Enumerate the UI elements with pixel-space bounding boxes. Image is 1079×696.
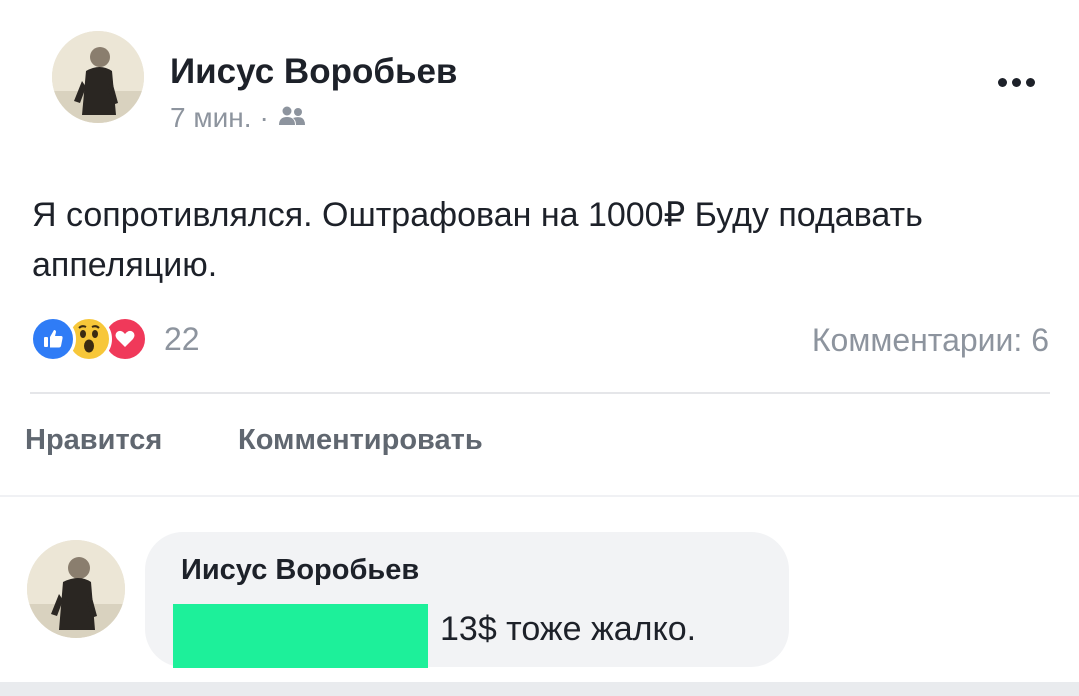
reactions-summary[interactable]: 22: [30, 316, 200, 362]
redaction-box: [173, 604, 428, 668]
meta-separator: ·: [259, 102, 269, 133]
comment-bubble[interactable]: Иисус Воробьев 13$ тоже жалко.: [145, 532, 789, 668]
divider: [30, 392, 1050, 394]
like-icon: [30, 316, 76, 362]
post-card: Иисус Воробьев 7 мин. · Я сопротивлялся.…: [0, 0, 1079, 495]
comments-count-link[interactable]: Комментарии: 6: [812, 322, 1049, 359]
commenter-avatar[interactable]: [27, 540, 125, 638]
post-time[interactable]: 7 мин.: [170, 102, 251, 134]
person-photo-icon: [52, 31, 144, 123]
comment-text: 13$ тоже жалко.: [440, 610, 697, 648]
more-options-icon: [997, 77, 1007, 87]
friends-icon: [277, 102, 307, 134]
author-name[interactable]: Иисус Воробьев: [170, 52, 457, 92]
comment-button[interactable]: Комментировать: [238, 424, 483, 457]
post-text: Я сопротивлялся. Оштрафован на 1000₽ Буд…: [32, 196, 923, 284]
post-meta: 7 мин. ·: [170, 102, 307, 134]
more-options-button[interactable]: [986, 62, 1046, 102]
reaction-count: 22: [164, 320, 200, 357]
author-avatar[interactable]: [52, 31, 144, 123]
comment-author-name[interactable]: Иисус Воробьев: [181, 554, 419, 587]
bottom-strip: [0, 682, 1079, 696]
like-button[interactable]: Нравится: [25, 424, 162, 457]
person-photo-icon: [27, 540, 125, 638]
